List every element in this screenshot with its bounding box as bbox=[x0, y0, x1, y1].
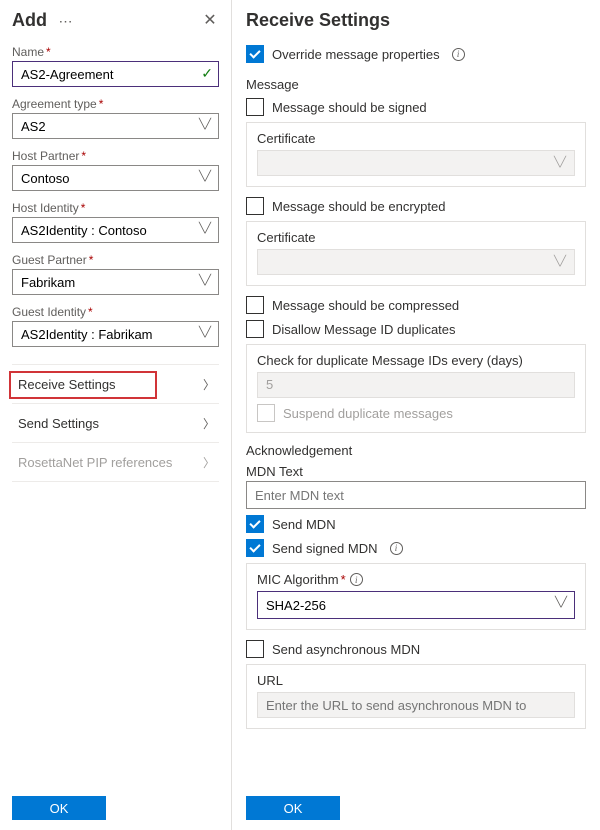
ack-section-title: Acknowledgement bbox=[246, 443, 586, 458]
chevron-right-icon: 〉 bbox=[203, 376, 215, 393]
add-title: Add bbox=[12, 10, 47, 31]
encrypted-cert-box: Certificate ╲╱ bbox=[246, 221, 586, 286]
encrypted-checkbox[interactable] bbox=[246, 197, 264, 215]
mic-label: MIC Algorithm bbox=[257, 572, 339, 587]
dup-check-box: Check for duplicate Message IDs every (d… bbox=[246, 344, 586, 433]
nav-send-settings[interactable]: Send Settings 〉 bbox=[12, 403, 219, 443]
check-dup-value: 5 bbox=[257, 372, 575, 398]
override-label: Override message properties bbox=[272, 47, 440, 62]
url-input bbox=[257, 692, 575, 718]
send-signed-mdn-label: Send signed MDN bbox=[272, 541, 378, 556]
host-partner-field: Host Partner* Contoso ╲╱ bbox=[12, 149, 219, 191]
disallow-dup-checkbox[interactable] bbox=[246, 320, 264, 338]
agreement-type-select[interactable]: AS2 bbox=[12, 113, 219, 139]
required-star: * bbox=[81, 201, 86, 215]
required-star: * bbox=[46, 45, 51, 59]
nav-rosetta-label: RosettaNet PIP references bbox=[14, 455, 172, 470]
guest-identity-field: Guest Identity* AS2Identity : Fabrikam ╲… bbox=[12, 305, 219, 347]
mic-box: MIC Algorithm * i SHA2-256 ╲╱ bbox=[246, 563, 586, 630]
ok-button-left[interactable]: OK bbox=[12, 796, 106, 820]
guest-partner-select[interactable]: Fabrikam bbox=[12, 269, 219, 295]
suspend-dup-label: Suspend duplicate messages bbox=[283, 406, 453, 421]
required-star: * bbox=[89, 253, 94, 267]
nav-rosettanet: RosettaNet PIP references 〉 bbox=[12, 442, 219, 482]
send-signed-mdn-checkbox[interactable] bbox=[246, 539, 264, 557]
required-star: * bbox=[341, 572, 346, 587]
info-icon[interactable]: i bbox=[350, 573, 363, 586]
signed-cert-box: Certificate ╲╱ bbox=[246, 122, 586, 187]
override-checkbox[interactable] bbox=[246, 45, 264, 63]
receive-settings-panel: Receive Settings Override message proper… bbox=[232, 0, 600, 830]
nav-receive-label: Receive Settings bbox=[14, 377, 116, 392]
send-mdn-label: Send MDN bbox=[272, 517, 336, 532]
url-label: URL bbox=[257, 673, 575, 688]
host-partner-label: Host Partner bbox=[12, 149, 79, 163]
encrypted-cert-select: ╲╱ bbox=[257, 249, 575, 275]
more-icon[interactable]: ⋯ bbox=[57, 12, 75, 30]
host-identity-select[interactable]: AS2Identity : Contoso bbox=[12, 217, 219, 243]
ok-button-right[interactable]: OK bbox=[246, 796, 340, 820]
compressed-checkbox[interactable] bbox=[246, 296, 264, 314]
url-box: URL bbox=[246, 664, 586, 729]
host-identity-field: Host Identity* AS2Identity : Contoso ╲╱ bbox=[12, 201, 219, 243]
certificate-label: Certificate bbox=[257, 131, 575, 146]
send-async-checkbox[interactable] bbox=[246, 640, 264, 658]
suspend-dup-checkbox bbox=[257, 404, 275, 422]
mdn-text-input[interactable] bbox=[246, 481, 586, 509]
receive-settings-title: Receive Settings bbox=[246, 10, 390, 31]
name-field: Name* ✓ bbox=[12, 45, 219, 87]
send-async-label: Send asynchronous MDN bbox=[272, 642, 420, 657]
guest-partner-label: Guest Partner bbox=[12, 253, 87, 267]
name-input[interactable] bbox=[12, 61, 219, 87]
agreement-type-label: Agreement type bbox=[12, 97, 97, 111]
info-icon[interactable]: i bbox=[390, 542, 403, 555]
agreement-type-field: Agreement type* AS2 ╲╱ bbox=[12, 97, 219, 139]
host-identity-label: Host Identity bbox=[12, 201, 79, 215]
valid-check-icon: ✓ bbox=[201, 65, 213, 82]
signed-checkbox[interactable] bbox=[246, 98, 264, 116]
certificate-label: Certificate bbox=[257, 230, 575, 245]
signed-cert-select: ╲╱ bbox=[257, 150, 575, 176]
signed-label: Message should be signed bbox=[272, 100, 427, 115]
required-star: * bbox=[81, 149, 86, 163]
compressed-label: Message should be compressed bbox=[272, 298, 459, 313]
host-partner-select[interactable]: Contoso bbox=[12, 165, 219, 191]
guest-partner-field: Guest Partner* Fabrikam ╲╱ bbox=[12, 253, 219, 295]
add-panel: Add ⋯ ✕ Name* ✓ Agreement type* AS2 ╲╱ H… bbox=[0, 0, 232, 830]
disallow-dup-label: Disallow Message ID duplicates bbox=[272, 322, 456, 337]
nav-send-label: Send Settings bbox=[14, 416, 99, 431]
info-icon[interactable]: i bbox=[452, 48, 465, 61]
chevron-down-icon: ╲╱ bbox=[554, 157, 566, 168]
nav-receive-settings[interactable]: Receive Settings 〉 bbox=[12, 364, 219, 404]
message-section-title: Message bbox=[246, 77, 586, 92]
chevron-right-icon: 〉 bbox=[203, 415, 215, 432]
guest-identity-label: Guest Identity bbox=[12, 305, 86, 319]
close-icon[interactable]: ✕ bbox=[201, 12, 219, 30]
required-star: * bbox=[88, 305, 93, 319]
chevron-down-icon: ╲╱ bbox=[554, 256, 566, 267]
check-dup-label: Check for duplicate Message IDs every (d… bbox=[257, 353, 575, 368]
encrypted-label: Message should be encrypted bbox=[272, 199, 445, 214]
send-mdn-checkbox[interactable] bbox=[246, 515, 264, 533]
mdn-text-label: MDN Text bbox=[246, 464, 586, 479]
chevron-right-icon: 〉 bbox=[203, 454, 215, 471]
mic-algorithm-select[interactable]: SHA2-256 bbox=[257, 591, 575, 619]
guest-identity-select[interactable]: AS2Identity : Fabrikam bbox=[12, 321, 219, 347]
name-label: Name bbox=[12, 45, 44, 59]
required-star: * bbox=[99, 97, 104, 111]
